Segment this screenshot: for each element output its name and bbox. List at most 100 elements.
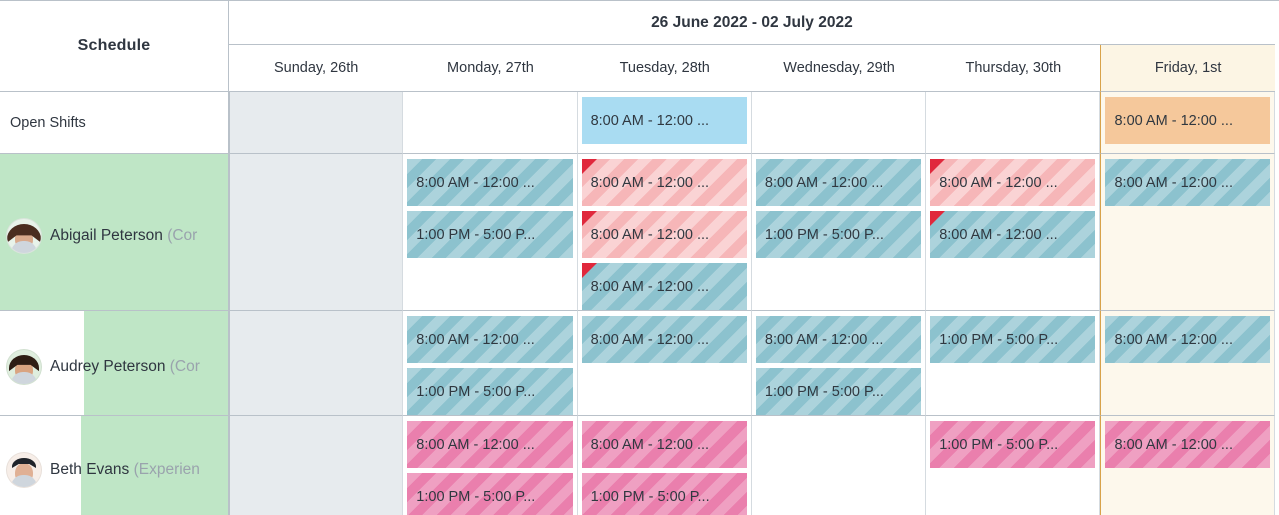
shift-chip[interactable]: 8:00 AM - 12:00 ... [407, 316, 573, 363]
schedule-cell-r0-d1[interactable] [403, 92, 578, 154]
schedule-cell-r2-d4[interactable]: 1:00 PM - 5:00 P... [926, 311, 1101, 416]
shift-chip[interactable]: 1:00 PM - 5:00 P... [407, 473, 573, 515]
day-header-label: Tuesday, 28th [619, 60, 710, 76]
shift-time-label: 8:00 AM - 12:00 ... [590, 436, 710, 453]
employee-name: Audrey Peterson (Cor [50, 349, 200, 385]
schedule-cell-r0-d5[interactable]: 8:00 AM - 12:00 ... [1100, 92, 1275, 154]
shift-chip[interactable]: 8:00 AM - 12:00 ... [581, 316, 747, 363]
employee-name: Abigail Peterson (Cor [50, 218, 197, 254]
shift-chip[interactable]: 1:00 PM - 5:00 P... [930, 421, 1096, 468]
shift-chip[interactable]: 1:00 PM - 5:00 P... [755, 211, 922, 258]
day-header-label: Thursday, 30th [965, 60, 1062, 76]
abigail-avatar [6, 218, 42, 254]
schedule-cell-r2-d2[interactable]: 8:00 AM - 12:00 ... [577, 311, 752, 416]
audrey-avatar [6, 349, 42, 385]
shift-time-label: 1:00 PM - 5:00 P... [764, 226, 884, 243]
schedule-cell-r2-d0[interactable] [229, 311, 404, 416]
shift-time-label: 8:00 AM - 12:00 ... [590, 331, 710, 348]
employee-name-text: Audrey Peterson [50, 358, 170, 375]
employee-name-text: Abigail Peterson [50, 227, 168, 244]
day-header-2[interactable]: Tuesday, 28th [577, 45, 752, 92]
schedule-cell-r3-d0[interactable] [229, 416, 404, 515]
employee-role-text: (Experien [133, 460, 200, 478]
schedule-cell-r0-d2[interactable]: 8:00 AM - 12:00 ... [577, 92, 752, 154]
shift-chip[interactable]: 8:00 AM - 12:00 ... [581, 159, 747, 206]
shift-chip[interactable]: 8:00 AM - 12:00 ... [755, 316, 922, 363]
schedule-cell-r2-d3[interactable]: 8:00 AM - 12:00 ... 1:00 PM - 5:00 P... [751, 311, 927, 416]
shift-chip[interactable]: 8:00 AM - 12:00 ... [407, 421, 573, 468]
schedule-cell-r1-d0[interactable] [229, 154, 404, 311]
shift-time-label: 8:00 AM - 12:00 ... [590, 278, 710, 295]
shift-chip[interactable]: 8:00 AM - 12:00 ... [581, 421, 747, 468]
employee-name: Beth Evans (Experien [50, 452, 200, 488]
shift-chip[interactable]: 8:00 AM - 12:00 ... [930, 211, 1096, 258]
row-label-open-shifts[interactable]: Open Shifts [0, 92, 229, 154]
shift-chip[interactable]: 1:00 PM - 5:00 P... [407, 368, 573, 415]
day-header-label: Monday, 27th [447, 60, 534, 76]
shift-chip[interactable]: 8:00 AM - 12:00 ... [407, 159, 573, 206]
schedule-cell-r0-d3[interactable] [751, 92, 927, 154]
shift-chip[interactable]: 8:00 AM - 12:00 ... [581, 97, 747, 144]
day-header-1[interactable]: Monday, 27th [403, 45, 578, 92]
shift-time-label: 1:00 PM - 5:00 P... [939, 331, 1059, 348]
shift-chip[interactable]: 8:00 AM - 12:00 ... [1105, 159, 1270, 206]
schedule-cell-r2-d5[interactable]: 8:00 AM - 12:00 ... [1100, 311, 1275, 416]
date-range-title: 26 June 2022 - 02 July 2022 [229, 1, 1275, 45]
employee-role-text: (Cor [169, 358, 200, 375]
day-header-0[interactable]: Sunday, 26th [229, 45, 404, 92]
shift-chip[interactable]: 8:00 AM - 12:00 ... [930, 159, 1096, 206]
shift-time-label: 1:00 PM - 5:00 P... [416, 226, 536, 243]
employee-entry[interactable]: Audrey Peterson (Cor [0, 341, 228, 385]
shift-time-label: 8:00 AM - 12:00 ... [939, 226, 1058, 243]
shift-time-label: 1:00 PM - 5:00 P... [939, 436, 1059, 453]
employee-entry[interactable]: Beth Evans (Experien [0, 444, 228, 488]
day-header-label: Sunday, 26th [273, 60, 359, 76]
shift-time-label: 8:00 AM - 12:00 ... [416, 174, 535, 191]
conflict-flag-icon [930, 211, 946, 226]
day-header-3[interactable]: Wednesday, 29th [751, 45, 927, 92]
row-label-employee-3[interactable]: Beth Evans (Experien [0, 416, 229, 515]
schedule-cell-r1-d2[interactable]: 8:00 AM - 12:00 ... 8:00 AM - 12:00 ... 8:… [577, 154, 752, 311]
shift-chip[interactable]: 8:00 AM - 12:00 ... [1105, 316, 1270, 363]
shift-chip[interactable]: 1:00 PM - 5:00 P... [755, 368, 922, 415]
shift-time-label: 8:00 AM - 12:00 ... [590, 174, 710, 191]
page-title: Schedule [0, 1, 229, 92]
shift-chip[interactable]: 8:00 AM - 12:00 ... [581, 211, 747, 258]
conflict-flag-icon [581, 159, 597, 174]
shift-chip[interactable]: 1:00 PM - 5:00 P... [930, 316, 1096, 363]
schedule-cell-r3-d2[interactable]: 8:00 AM - 12:00 ... 1:00 PM - 5:00 P... [577, 416, 752, 515]
shift-time-label: 1:00 PM - 5:00 P... [764, 383, 884, 400]
day-header-label: Friday, 1st [1154, 60, 1222, 76]
schedule-cell-r0-d4[interactable] [926, 92, 1101, 154]
shift-chip[interactable]: 1:00 PM - 5:00 P... [407, 211, 573, 258]
shift-chip[interactable]: 8:00 AM - 12:00 ... [1105, 421, 1270, 468]
row-label-employee-2[interactable]: Audrey Peterson (Cor [0, 311, 229, 416]
employee-role-text: (Cor [167, 227, 198, 244]
schedule-cell-r2-d1[interactable]: 8:00 AM - 12:00 ... 1:00 PM - 5:00 P... [403, 311, 578, 416]
shift-chip[interactable]: 1:00 PM - 5:00 P... [581, 473, 747, 515]
beth-avatar [6, 451, 42, 488]
shift-time-label: 8:00 AM - 12:00 ... [764, 174, 884, 191]
schedule-cell-r3-d4[interactable]: 1:00 PM - 5:00 P... [926, 416, 1101, 515]
shift-chip[interactable]: 8:00 AM - 12:00 ... [1105, 97, 1270, 144]
day-header-5[interactable]: Friday, 1st [1100, 45, 1275, 92]
schedule-cell-r3-d3[interactable] [751, 416, 927, 515]
shift-chip[interactable]: 8:00 AM - 12:00 ... [581, 263, 747, 310]
row-label-employee-1[interactable]: Abigail Peterson (Cor [0, 154, 229, 311]
employee-entry[interactable]: Abigail Peterson (Cor [0, 210, 228, 254]
shift-time-label: 8:00 AM - 12:00 ... [590, 112, 710, 129]
conflict-flag-icon [581, 263, 597, 278]
shift-time-label: 1:00 PM - 5:00 P... [590, 488, 710, 505]
shift-chip[interactable]: 8:00 AM - 12:00 ... [755, 159, 922, 206]
schedule-cell-r1-d3[interactable]: 8:00 AM - 12:00 ... 1:00 PM - 5:00 P... [751, 154, 927, 311]
day-header-4[interactable]: Thursday, 30th [926, 45, 1101, 92]
schedule-cell-r1-d1[interactable]: 8:00 AM - 12:00 ... 1:00 PM - 5:00 P... [403, 154, 578, 311]
shift-time-label: 8:00 AM - 12:00 ... [1114, 174, 1233, 191]
schedule-cell-r1-d4[interactable]: 8:00 AM - 12:00 ... 8:00 AM - 12:00 ... [926, 154, 1101, 311]
schedule-cell-r3-d1[interactable]: 8:00 AM - 12:00 ... 1:00 PM - 5:00 P... [403, 416, 578, 515]
schedule-cell-r3-d5[interactable]: 8:00 AM - 12:00 ... [1100, 416, 1275, 515]
schedule-cell-r0-d0[interactable] [229, 92, 404, 154]
schedule-cell-r1-d5[interactable]: 8:00 AM - 12:00 ... [1100, 154, 1275, 311]
shift-time-label: 8:00 AM - 12:00 ... [416, 331, 535, 348]
shift-time-label: 8:00 AM - 12:00 ... [764, 331, 884, 348]
